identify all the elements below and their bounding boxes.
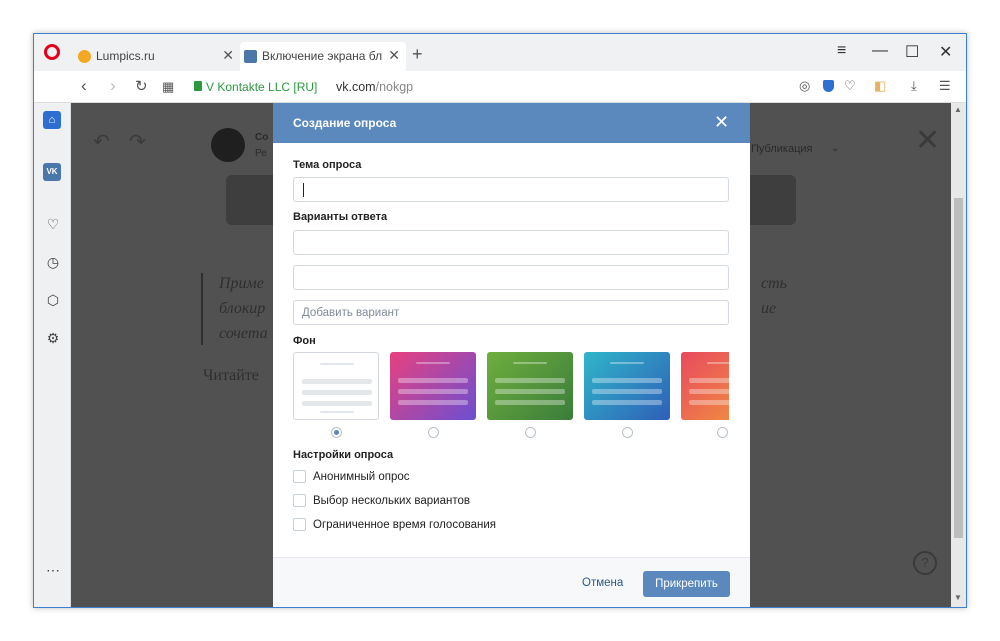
avatar <box>211 128 245 162</box>
vk-icon <box>244 50 257 63</box>
maximize-button[interactable]: ☐ <box>905 42 919 62</box>
background-label: Фон <box>293 335 316 347</box>
background-green[interactable] <box>487 352 573 420</box>
read-more-text: Читайте <box>203 367 259 384</box>
sidebar: ⌂ VK ♡ ◷ ⬡ ⚙ ⋯ <box>34 103 71 607</box>
lock-icon <box>194 81 202 91</box>
camera-icon[interactable]: ◎ <box>799 78 810 94</box>
url-field[interactable]: vk.com/nokgp <box>336 80 413 94</box>
tab-title: Включение экрана блокир <box>262 49 382 63</box>
background-radio-4[interactable] <box>622 427 633 438</box>
vpn-shield-icon[interactable] <box>823 80 834 92</box>
background-radio-1[interactable] <box>331 427 342 438</box>
author-name: Со <box>255 132 269 143</box>
redo-icon: ↷ <box>129 131 146 153</box>
help-icon: ? <box>913 551 937 575</box>
close-tab-icon[interactable]: ✕ <box>222 47 234 64</box>
scroll-up-icon[interactable]: ▲ <box>954 105 962 114</box>
settings-label: Настройки опроса <box>293 449 394 461</box>
scrollbar[interactable]: ▲ ▼ <box>951 103 966 607</box>
tab-lumpics[interactable]: Lumpics.ru ✕ <box>74 42 240 71</box>
multiple-choice-label: Выбор нескольких вариантов <box>313 495 470 507</box>
lumpics-icon <box>78 50 91 63</box>
dialog-title: Создание опроса <box>293 116 397 130</box>
chevron-down-icon: ⌄ <box>831 143 840 154</box>
note-right-1: сть <box>761 275 787 292</box>
tab-vk[interactable]: Включение экрана блокир ✕ <box>240 42 406 71</box>
note-line-2: блокир <box>219 300 266 317</box>
answer-input-1[interactable] <box>293 230 729 255</box>
tab-bar: Lumpics.ru ✕ Включение экрана блокир ✕ +… <box>34 34 966 71</box>
tab-menu-icon[interactable]: ≡ <box>837 42 846 60</box>
history-clock-icon[interactable]: ◷ <box>44 253 62 271</box>
security-badge[interactable]: V Kontakte LLC [RU] <box>206 80 317 94</box>
dialog-footer: Отмена Прикрепить <box>273 557 750 607</box>
answer-input-2[interactable] <box>293 265 729 290</box>
note-right-2: ие <box>761 300 777 317</box>
new-tab-button[interactable]: + <box>412 45 423 63</box>
quote-bar <box>201 273 203 345</box>
close-dialog-icon[interactable]: ✕ <box>714 112 729 133</box>
heart-icon[interactable]: ♡ <box>844 78 856 94</box>
answers-label: Варианты ответа <box>293 211 388 223</box>
url-path: /nokgp <box>375 80 414 94</box>
heart-icon[interactable]: ♡ <box>44 215 62 233</box>
easy-setup-icon[interactable]: ☰ <box>939 78 951 94</box>
extensions-cube-icon[interactable]: ⬡ <box>44 291 62 309</box>
speed-dial-icon[interactable]: ▦ <box>162 79 174 95</box>
note-line-3: сочета <box>219 325 268 342</box>
background-orange[interactable] <box>681 352 729 420</box>
anonymous-label: Анонимный опрос <box>313 471 410 483</box>
reload-icon[interactable]: ↻ <box>135 77 148 95</box>
multiple-choice-checkbox[interactable] <box>293 494 306 507</box>
author-sub: Ре <box>255 148 267 159</box>
back-button[interactable]: ‹ <box>81 76 87 96</box>
add-option-placeholder: Добавить вариант <box>302 307 400 319</box>
text-cursor <box>303 183 304 197</box>
close-tab-icon[interactable]: ✕ <box>388 47 400 64</box>
opera-menu-icon[interactable] <box>44 44 60 60</box>
background-radio-3[interactable] <box>525 427 536 438</box>
cancel-button[interactable]: Отмена <box>582 577 623 589</box>
background-options <box>293 352 729 420</box>
more-icon[interactable]: ⋯ <box>44 561 62 579</box>
close-window-button[interactable]: ✕ <box>939 42 952 62</box>
tab-title: Lumpics.ru <box>96 49 155 63</box>
browser-window: Lumpics.ru ✕ Включение экрана блокир ✕ +… <box>33 33 967 608</box>
poll-dialog: Создание опроса ✕ Тема опроса Варианты о… <box>273 103 750 607</box>
background-radio-5[interactable] <box>717 427 728 438</box>
extension-cube-icon[interactable]: ◧ <box>874 78 886 94</box>
anonymous-checkbox[interactable] <box>293 470 306 483</box>
time-limit-checkbox[interactable] <box>293 518 306 531</box>
background-blue[interactable] <box>584 352 670 420</box>
background-radio-2[interactable] <box>428 427 439 438</box>
add-option-input[interactable]: Добавить вариант <box>293 300 729 325</box>
forward-button[interactable]: › <box>110 76 116 96</box>
home-icon[interactable]: ⌂ <box>43 111 61 129</box>
address-bar: ‹ › ↻ ▦ V Kontakte LLC [RU] vk.com/nokgp… <box>34 71 966 103</box>
vk-sidebar-icon[interactable]: VK <box>43 163 61 181</box>
attach-button[interactable]: Прикрепить <box>643 571 730 597</box>
scroll-down-icon[interactable]: ▼ <box>954 593 962 602</box>
download-icon[interactable]: ⤓ <box>911 78 917 94</box>
topic-input[interactable] <box>293 177 729 202</box>
undo-icon: ↶ <box>93 131 110 153</box>
scrollbar-thumb[interactable] <box>954 198 963 538</box>
url-domain: vk.com <box>336 80 376 94</box>
time-limit-label: Ограниченное время голосования <box>313 519 496 531</box>
settings-gear-icon[interactable]: ⚙ <box>44 329 62 347</box>
topic-label: Тема опроса <box>293 159 362 171</box>
publication-dropdown: Публикация <box>751 143 813 155</box>
close-editor-icon: ✕ <box>915 124 941 157</box>
dialog-header: Создание опроса ✕ <box>273 103 750 143</box>
background-white[interactable] <box>293 352 379 420</box>
note-line-1: Приме <box>219 275 264 292</box>
background-pink-purple[interactable] <box>390 352 476 420</box>
minimize-button[interactable]: — <box>872 42 888 60</box>
